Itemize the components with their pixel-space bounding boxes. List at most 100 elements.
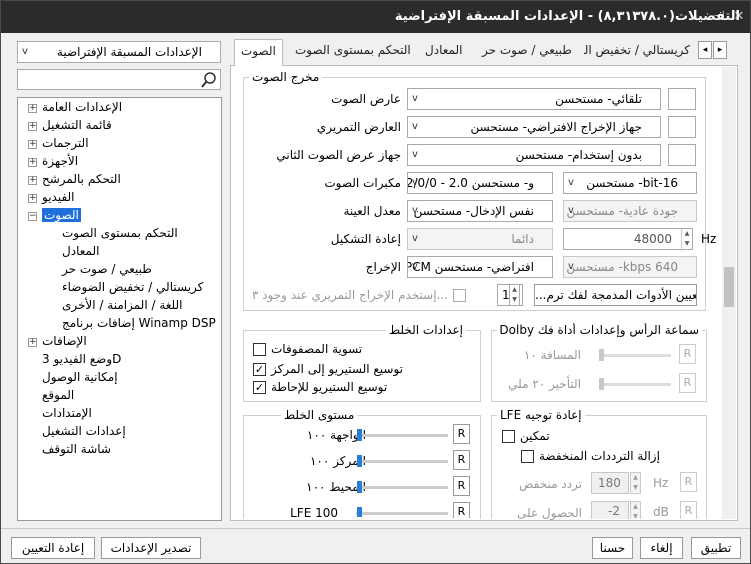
collapse-icon[interactable]: − [28,212,37,221]
stereo-surround-checkbox[interactable]: ✓ [253,381,266,394]
dolby-delay-thumb[interactable] [599,378,604,390]
expand-icon[interactable]: + [28,104,37,113]
output-format-label: الإخراج [365,260,401,274]
tree-item-label: الإعدادات العامة [42,100,123,114]
tree-item-label: التحكم بالمرشح [42,172,121,186]
tab-scroll-left[interactable]: ◂ [698,41,712,59]
front-level-reset-button[interactable]: R [453,424,470,444]
speakers-dropdown[interactable]: v و- مستحسن 2.0 - 2/0/0 [407,172,553,194]
bit-depth-dropdown[interactable]: v 16-bit- مستحسن [563,172,697,194]
stereo-center-checkbox[interactable]: ✓ [253,363,266,376]
lfe-gain-reset-button[interactable]: R [680,501,697,519]
tree-item-extensions[interactable]: الإمتدادات [42,406,92,420]
dolby-distance-thumb[interactable] [599,349,604,361]
stereo-center-label: توسيع الستيريو إلى المركز [271,362,404,376]
lfe-frequency-unit: Hz [653,476,669,490]
panel-scrollbar[interactable] [722,67,736,519]
use-passthrough-label: ...إستخدم الإخراج التمريري عند وجود ٣ قن… [253,288,448,302]
export-settings-button[interactable]: تصدير الإعدادات [101,537,201,559]
tree-item-winamp-dsp[interactable]: إضافات برنامج Winamp DSP [62,316,216,330]
lfe-level-slider[interactable] [356,512,448,515]
center-level-thumb[interactable] [357,455,362,467]
tree-item-location[interactable]: الموقع [42,388,74,402]
tree-item-volume-control[interactable]: التحكم بمستوى الصوت [62,226,178,240]
ok-button[interactable]: حسنا [592,537,633,559]
passthrough-channels-spinner[interactable]: ▲ ▼ [509,284,520,306]
chevron-down-icon: v [412,233,418,244]
speakers-value: و- مستحسن 2.0 - 2/0/0 [407,176,534,190]
matrix-normalize-checkbox[interactable] [253,343,266,356]
tree-item-language-sync[interactable]: اللغة / المزامنة / الأخرى [62,298,183,312]
center-level-label: المركز ١٠٠ [309,454,366,468]
lfe-level-reset-button[interactable]: R [453,502,470,518]
frequency-input[interactable]: 48000 ▲ ▼ [563,228,693,251]
center-level-reset-button[interactable]: R [453,450,470,470]
lfe-lowcut-checkbox[interactable] [521,450,534,463]
passthrough-dropdown[interactable]: v جهاز الإخراج الافتراضي- مستحسن [407,116,661,138]
output-group-title: مخرج الصوت [249,70,323,84]
search-input[interactable] [17,69,221,90]
front-level-slider[interactable] [356,434,448,437]
expand-icon[interactable]: + [28,176,37,185]
tree-item-playback-settings[interactable]: إعدادات التشغيل [42,424,126,438]
tab-scroll-right[interactable]: ▸ [713,41,727,59]
bitrate-dropdown[interactable]: v 640 kbps- مستحسن [563,256,697,278]
dolby-distance-slider[interactable] [599,354,671,357]
reset-button[interactable]: إعادة التعيين [11,537,95,559]
tree-item-equalizer[interactable]: المعادل [62,244,99,258]
tree-item-accessibility[interactable]: إمكانية الوصول [42,370,118,384]
lfe-gain-input[interactable]: -2 [591,501,629,519]
tree-item-natural-sound[interactable]: طبيعي / صوت حر [62,262,152,276]
tab-volume-control[interactable]: التحكم بمستوى الصوت [289,39,417,63]
use-passthrough-checkbox[interactable] [453,289,466,302]
lfe-frequency-reset-button[interactable]: R [680,472,697,492]
tree-item-3d-video[interactable]: وضع الفيديو 3D [42,352,121,366]
tab-natural-sound[interactable]: طبيعي / صوت حر [476,39,578,63]
scrollbar-thumb[interactable] [724,267,734,307]
surround-level-label: المحيط ١٠٠ [306,480,366,494]
frequency-spinner[interactable]: ▲ ▼ [681,229,692,251]
renderer-dropdown[interactable]: v تلقائي- مستحسن [407,88,661,110]
output-format-dropdown[interactable]: v افتراضي- مستحسن PCM [407,256,553,278]
renderer-config-button[interactable] [668,88,696,110]
tab-crystal-noise[interactable]: كريستالي / تخفيض الضوضاء [584,39,696,63]
tree-item-crystal-noise[interactable]: كريستالي / تخفيض الضوضاء [62,280,203,294]
tab-audio[interactable]: الصوت [234,39,283,66]
cancel-button[interactable]: إلغاء [640,537,683,559]
tab-equalizer[interactable]: المعادل [419,39,468,63]
dolby-distance-reset-button[interactable]: R [679,344,696,364]
window-title: التفضيلات(٨,٣١٣٧٨.٠) - الإعدادات المسبقة… [394,9,740,24]
passthrough-config-button[interactable] [668,116,696,138]
expand-icon[interactable]: + [28,158,37,167]
dolby-delay-slider[interactable] [599,383,671,386]
lfe-enable-label: تمكين [520,429,550,443]
front-level-thumb[interactable] [357,429,362,441]
front-level-label: الواجهة ١٠٠ [306,428,366,442]
dolby-delay-reset-button[interactable]: R [679,373,696,393]
apply-button[interactable]: تطبيق [691,537,741,559]
expand-icon[interactable]: + [28,122,37,131]
surround-level-reset-button[interactable]: R [453,476,470,496]
lfe-frequency-input[interactable]: 180 [591,472,629,494]
title-bar: ⊣ ✕ التفضيلات(٨,٣١٣٧٨.٠) - الإعدادات الم… [1,1,750,33]
second-renderer-config-button[interactable] [668,144,696,166]
expand-icon[interactable]: + [28,140,37,149]
lfe-frequency-spinner[interactable]: ▲ ▼ [630,472,641,494]
lfe-enable-checkbox[interactable] [502,430,515,443]
tree-item-screensaver[interactable]: شاشة التوقف [42,442,111,456]
lfe-gain-spinner[interactable]: ▲ ▼ [630,501,641,520]
second-renderer-dropdown[interactable]: v بدون إستخدام- مستحسن [407,144,661,166]
lfe-gain-unit: dB [653,505,669,519]
assign-decoder-button[interactable]: ...تعيين الأدوات المدمجة لفك ترم [534,284,697,306]
samplerate-dropdown[interactable]: v نفس الإدخال- مستحسن [407,200,553,222]
surround-level-slider[interactable] [356,486,448,489]
lfe-level-thumb[interactable] [357,507,362,517]
quality-dropdown[interactable]: v جودة عادية- مستحسن [563,200,697,222]
surround-level-thumb[interactable] [357,481,362,493]
preset-value: الإعدادات المسبقة الإفتراضية [56,45,202,59]
center-level-slider[interactable] [356,460,448,463]
preset-dropdown[interactable]: v الإعدادات المسبقة الإفتراضية [17,41,221,63]
expand-icon[interactable]: + [28,338,37,347]
resample-dropdown[interactable]: v دائما [407,228,553,250]
expand-icon[interactable]: + [28,194,37,203]
